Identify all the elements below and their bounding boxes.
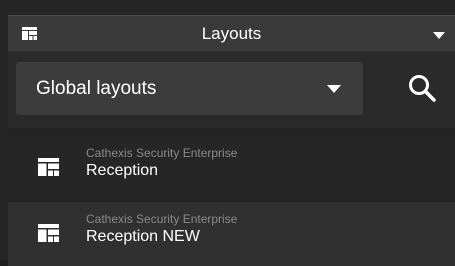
layout-grid-icon — [38, 224, 59, 242]
collapse-chevron-icon[interactable] — [433, 32, 445, 39]
layout-name: Reception — [86, 162, 159, 179]
dropdown-selected-value: Global layouts — [36, 78, 157, 99]
layout-grid-icon — [38, 158, 59, 176]
layouts-toolbar: Global layouts — [8, 51, 455, 128]
layout-name: Reception NEW — [86, 228, 200, 245]
list-item[interactable]: Cathexis Security Enterprise Reception N… — [8, 202, 455, 266]
search-icon[interactable] — [407, 73, 437, 103]
layouts-panel: Layouts Global layouts Cathexis Security… — [0, 0, 455, 266]
chevron-down-icon — [327, 85, 341, 93]
layouts-list: Cathexis Security Enterprise Reception C… — [8, 128, 455, 266]
panel-header[interactable]: Layouts — [8, 15, 455, 51]
layout-server-name: Cathexis Security Enterprise — [86, 212, 238, 226]
layout-scope-dropdown[interactable]: Global layouts — [16, 62, 363, 115]
layout-server-name: Cathexis Security Enterprise — [86, 146, 238, 160]
panel-title: Layouts — [201, 24, 262, 43]
list-item[interactable]: Cathexis Security Enterprise Reception — [8, 136, 455, 200]
